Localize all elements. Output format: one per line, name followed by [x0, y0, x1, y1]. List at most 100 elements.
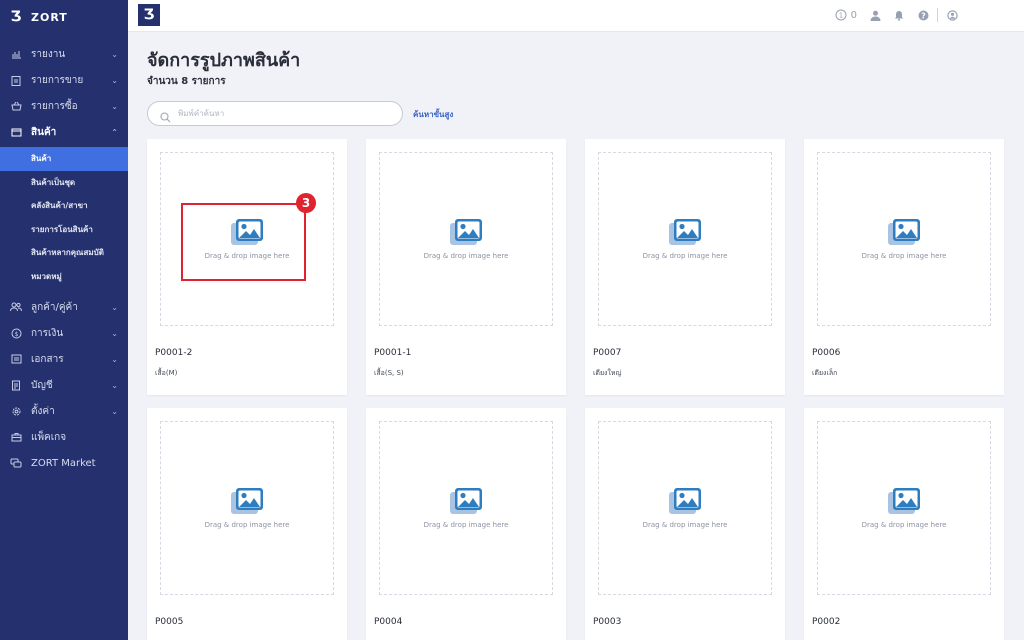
image-drop-zone[interactable]: Drag & drop image here — [598, 421, 772, 595]
chevron-down-icon: ⌄ — [111, 49, 118, 59]
market-icon — [10, 457, 22, 469]
sidebar-item-label: รายงาน — [31, 48, 66, 60]
submenu-item-categories[interactable]: หมวดหมู่ — [0, 265, 128, 289]
step-highlight-box — [181, 203, 306, 281]
brand-name: ZORT — [31, 10, 68, 24]
submenu-item-warehouse[interactable]: คลังสินค้า/สาขา — [0, 194, 128, 218]
image-icon — [230, 487, 264, 515]
item-count: จำนวน 8 รายการ — [147, 76, 226, 87]
sidebar-item-label: แพ็คเกจ — [31, 431, 67, 443]
submenu-item-bundles[interactable]: สินค้าเป็นชุด — [0, 171, 128, 195]
drop-instruction: Drag & drop image here — [642, 521, 728, 529]
bell-icon[interactable] — [893, 9, 905, 21]
advanced-search-link[interactable]: ค้นหาขั้นสูง — [413, 108, 453, 121]
submenu-item-variants[interactable]: สินค้าหลากคุณสมบัติ — [0, 241, 128, 265]
clipboard-icon — [10, 74, 22, 86]
basket-icon — [10, 100, 22, 112]
sidebar-item-label: ตั้งค่า — [31, 405, 55, 417]
product-card[interactable]: Drag & drop image here P0003 — [585, 408, 785, 640]
drop-instruction: Drag & drop image here — [423, 521, 509, 529]
image-drop-zone[interactable]: Drag & drop image here — [379, 421, 553, 595]
image-icon — [449, 487, 483, 515]
product-name: เสื้อ(M) — [155, 369, 178, 377]
product-code: P0001-1 — [374, 348, 412, 358]
chevron-down-icon: ⌄ — [111, 75, 118, 85]
product-code: P0005 — [155, 617, 184, 627]
sidebar-item-settings[interactable]: ตั้งค่า ⌄ — [0, 398, 128, 424]
image-icon — [668, 218, 702, 246]
product-card[interactable]: Drag & drop image here P0007 เตียงใหญ่ — [585, 139, 785, 395]
image-drop-zone[interactable]: Drag & drop image here — [379, 152, 553, 326]
product-card[interactable]: Drag & drop image here P0001-1 เสื้อ(S, S) — [366, 139, 566, 395]
product-code: P0002 — [812, 617, 841, 627]
submenu-item-transfers[interactable]: รายการโอนสินค้า — [0, 218, 128, 242]
submenu-item-products[interactable]: สินค้า — [0, 147, 128, 171]
help-icon[interactable]: ? — [917, 9, 929, 21]
sidebar-item-label: ลูกค้า/คู่ค้า — [31, 301, 78, 313]
sidebar-item-label: เอกสาร — [31, 353, 64, 365]
sidebar-item-documents[interactable]: เอกสาร ⌄ — [0, 346, 128, 372]
users-icon — [10, 301, 22, 313]
sidebar-item-label: ZORT Market — [31, 457, 96, 469]
gear-icon — [10, 405, 22, 417]
drop-instruction: Drag & drop image here — [204, 521, 290, 529]
svg-text:?: ? — [921, 11, 926, 20]
image-drop-zone[interactable]: Drag & drop image here — [160, 421, 334, 595]
svg-text:1: 1 — [838, 12, 842, 20]
product-card[interactable]: Drag & drop image here P0004 — [366, 408, 566, 640]
notification-count: 0 — [850, 9, 857, 21]
sidebar-menu: รายงาน ⌄ รายการขาย ⌄ รายการซื้อ ⌄ สินค้า… — [0, 41, 128, 476]
product-code: P0003 — [593, 617, 622, 627]
image-drop-zone[interactable]: Drag & drop image here — [817, 152, 991, 326]
zort-logo-icon[interactable]: Ʒ — [138, 4, 160, 26]
notification-counter[interactable]: 1 0 — [835, 9, 857, 21]
sidebar-item-package[interactable]: แพ็คเกจ — [0, 424, 128, 450]
chevron-down-icon: ⌄ — [111, 354, 118, 364]
product-card[interactable]: Drag & drop image here P0006 เตียงเล็ก — [804, 139, 1004, 395]
products-submenu: สินค้า สินค้าเป็นชุด คลังสินค้า/สาขา ราย… — [0, 147, 128, 288]
account-icon[interactable] — [946, 9, 958, 21]
product-name: เตียงใหญ่ — [593, 369, 622, 377]
image-icon — [449, 218, 483, 246]
chart-icon — [10, 48, 22, 60]
sidebar-item-finance[interactable]: $ การเงิน ⌄ — [0, 320, 128, 346]
product-code: P0006 — [812, 348, 841, 358]
search-input[interactable] — [178, 109, 398, 118]
page-title: จัดการรูปภาพสินค้า — [147, 50, 301, 71]
sidebar-item-report[interactable]: รายงาน ⌄ — [0, 41, 128, 67]
drop-instruction: Drag & drop image here — [423, 252, 509, 260]
package-icon — [10, 431, 22, 443]
search-box — [147, 101, 403, 126]
top-actions: 1 0 ? — [835, 8, 958, 22]
product-name: เตียงเล็ก — [812, 369, 838, 377]
brand[interactable]: Ʒ ZORT — [0, 0, 128, 34]
ledger-icon — [10, 379, 22, 391]
chevron-down-icon: ⌄ — [111, 328, 118, 338]
drop-instruction: Drag & drop image here — [861, 521, 947, 529]
sidebar-item-market[interactable]: ZORT Market — [0, 450, 128, 476]
image-icon — [668, 487, 702, 515]
product-card[interactable]: Drag & drop image here P0002 — [804, 408, 1004, 640]
product-code: P0004 — [374, 617, 403, 627]
user-icon[interactable] — [869, 9, 881, 21]
image-icon — [887, 487, 921, 515]
image-drop-zone[interactable]: Drag & drop image here — [598, 152, 772, 326]
product-card[interactable]: Drag & drop image here P0005 — [147, 408, 347, 640]
sidebar-item-accounting[interactable]: บัญชี ⌄ — [0, 372, 128, 398]
sidebar-item-contacts[interactable]: ลูกค้า/คู่ค้า ⌄ — [0, 294, 128, 320]
sidebar-item-purchase[interactable]: รายการซื้อ ⌄ — [0, 93, 128, 119]
sidebar-item-label: บัญชี — [31, 379, 53, 391]
zort-logo-icon: Ʒ — [10, 9, 22, 25]
search-icon — [160, 108, 172, 122]
coin-counter-icon: 1 — [835, 9, 847, 21]
product-code: P0001-2 — [155, 348, 193, 358]
drop-instruction: Drag & drop image here — [642, 252, 728, 260]
image-icon — [887, 218, 921, 246]
sidebar-item-products[interactable]: สินค้า ⌃ — [0, 119, 128, 145]
product-name: เสื้อ(S, S) — [374, 369, 404, 377]
sidebar-item-label: รายการซื้อ — [31, 100, 78, 112]
chevron-down-icon: ⌄ — [111, 406, 118, 416]
sidebar-item-sales[interactable]: รายการขาย ⌄ — [0, 67, 128, 93]
image-drop-zone[interactable]: Drag & drop image here — [817, 421, 991, 595]
sidebar-item-label: รายการขาย — [31, 74, 84, 86]
